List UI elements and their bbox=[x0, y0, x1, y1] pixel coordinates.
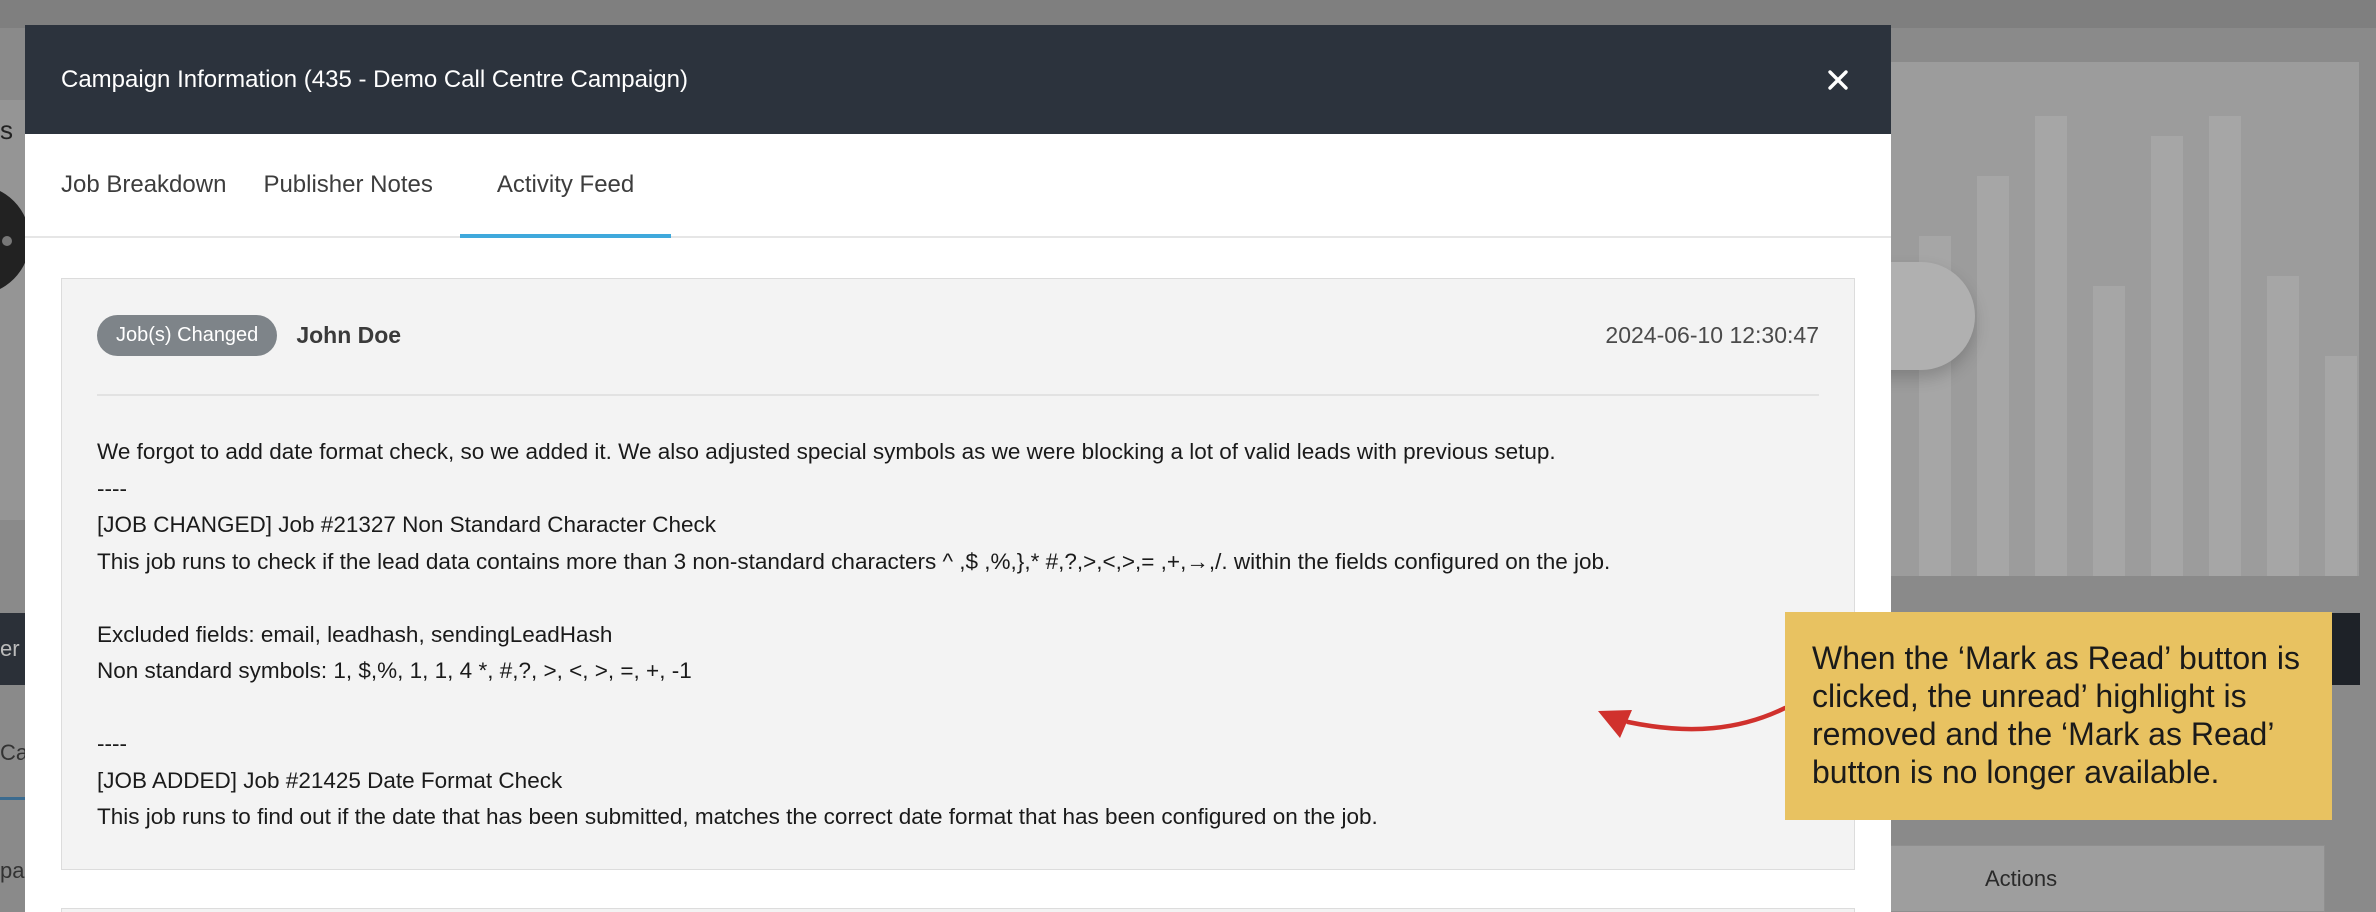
entry-line: ---- bbox=[97, 731, 127, 756]
entry-line: This job runs to check if the lead data … bbox=[97, 548, 1611, 574]
entry-timestamp: 2024-06-10 12:30:47 bbox=[1605, 321, 1819, 348]
close-button[interactable] bbox=[1821, 63, 1855, 97]
entry-line: [JOB ADDED] Job #21425 Date Format Check bbox=[97, 767, 563, 793]
background-actions-header: Actions bbox=[1985, 866, 2058, 891]
entry-author: John Doe bbox=[296, 321, 402, 348]
activity-feed-next-entry bbox=[61, 908, 1855, 912]
modal-header: Campaign Information (435 - Demo Call Ce… bbox=[25, 25, 1891, 134]
close-x-icon bbox=[1828, 69, 1848, 90]
entry-line: [JOB CHANGED] Job #21327 Non Standard Ch… bbox=[97, 512, 717, 537]
modal-title: Campaign Information (435 - Demo Call Ce… bbox=[61, 65, 688, 93]
entry-line bbox=[97, 690, 1819, 727]
entry-header: Job(s) Changed John Doe 2024-06-10 12:30… bbox=[97, 314, 1819, 356]
callout-arrow-icon bbox=[1598, 705, 1788, 738]
entry-body: We forgot to add date format check, so w… bbox=[97, 434, 1819, 836]
activity-feed-entry: Job(s) Changed John Doe 2024-06-10 12:30… bbox=[61, 278, 1855, 870]
entry-line bbox=[97, 580, 1819, 617]
annotation-callout: When the ‘Mark as Read’ button is clicke… bbox=[1785, 612, 2332, 820]
background-topbar bbox=[0, 0, 2376, 28]
entry-divider bbox=[97, 394, 1819, 396]
tab-job-breakdown[interactable]: Job Breakdown bbox=[61, 134, 226, 236]
status-badge: Job(s) Changed bbox=[97, 314, 278, 356]
tab-activity-feed[interactable]: Activity Feed bbox=[459, 134, 672, 238]
entry-line: ---- bbox=[97, 475, 127, 501]
entry-line: Excluded fields: email, leadhash, sendin… bbox=[97, 621, 613, 647]
background-left-text: s bbox=[0, 115, 13, 145]
tab-publisher-notes[interactable]: Publisher Notes bbox=[263, 134, 432, 236]
modal-tabs: Job Breakdown Publisher Notes Activity F… bbox=[25, 134, 1891, 238]
entry-line: This job runs to find out if the date th… bbox=[97, 804, 1378, 829]
callout-text: When the ‘Mark as Read’ button is clicke… bbox=[1812, 640, 2300, 790]
entry-line: We forgot to add date format check, so w… bbox=[97, 439, 1556, 464]
background-dot bbox=[2, 236, 12, 246]
entry-line: Non standard symbols: 1, $,%, 1, 1, 4 *,… bbox=[97, 658, 692, 683]
background-table-header bbox=[1870, 845, 2325, 912]
